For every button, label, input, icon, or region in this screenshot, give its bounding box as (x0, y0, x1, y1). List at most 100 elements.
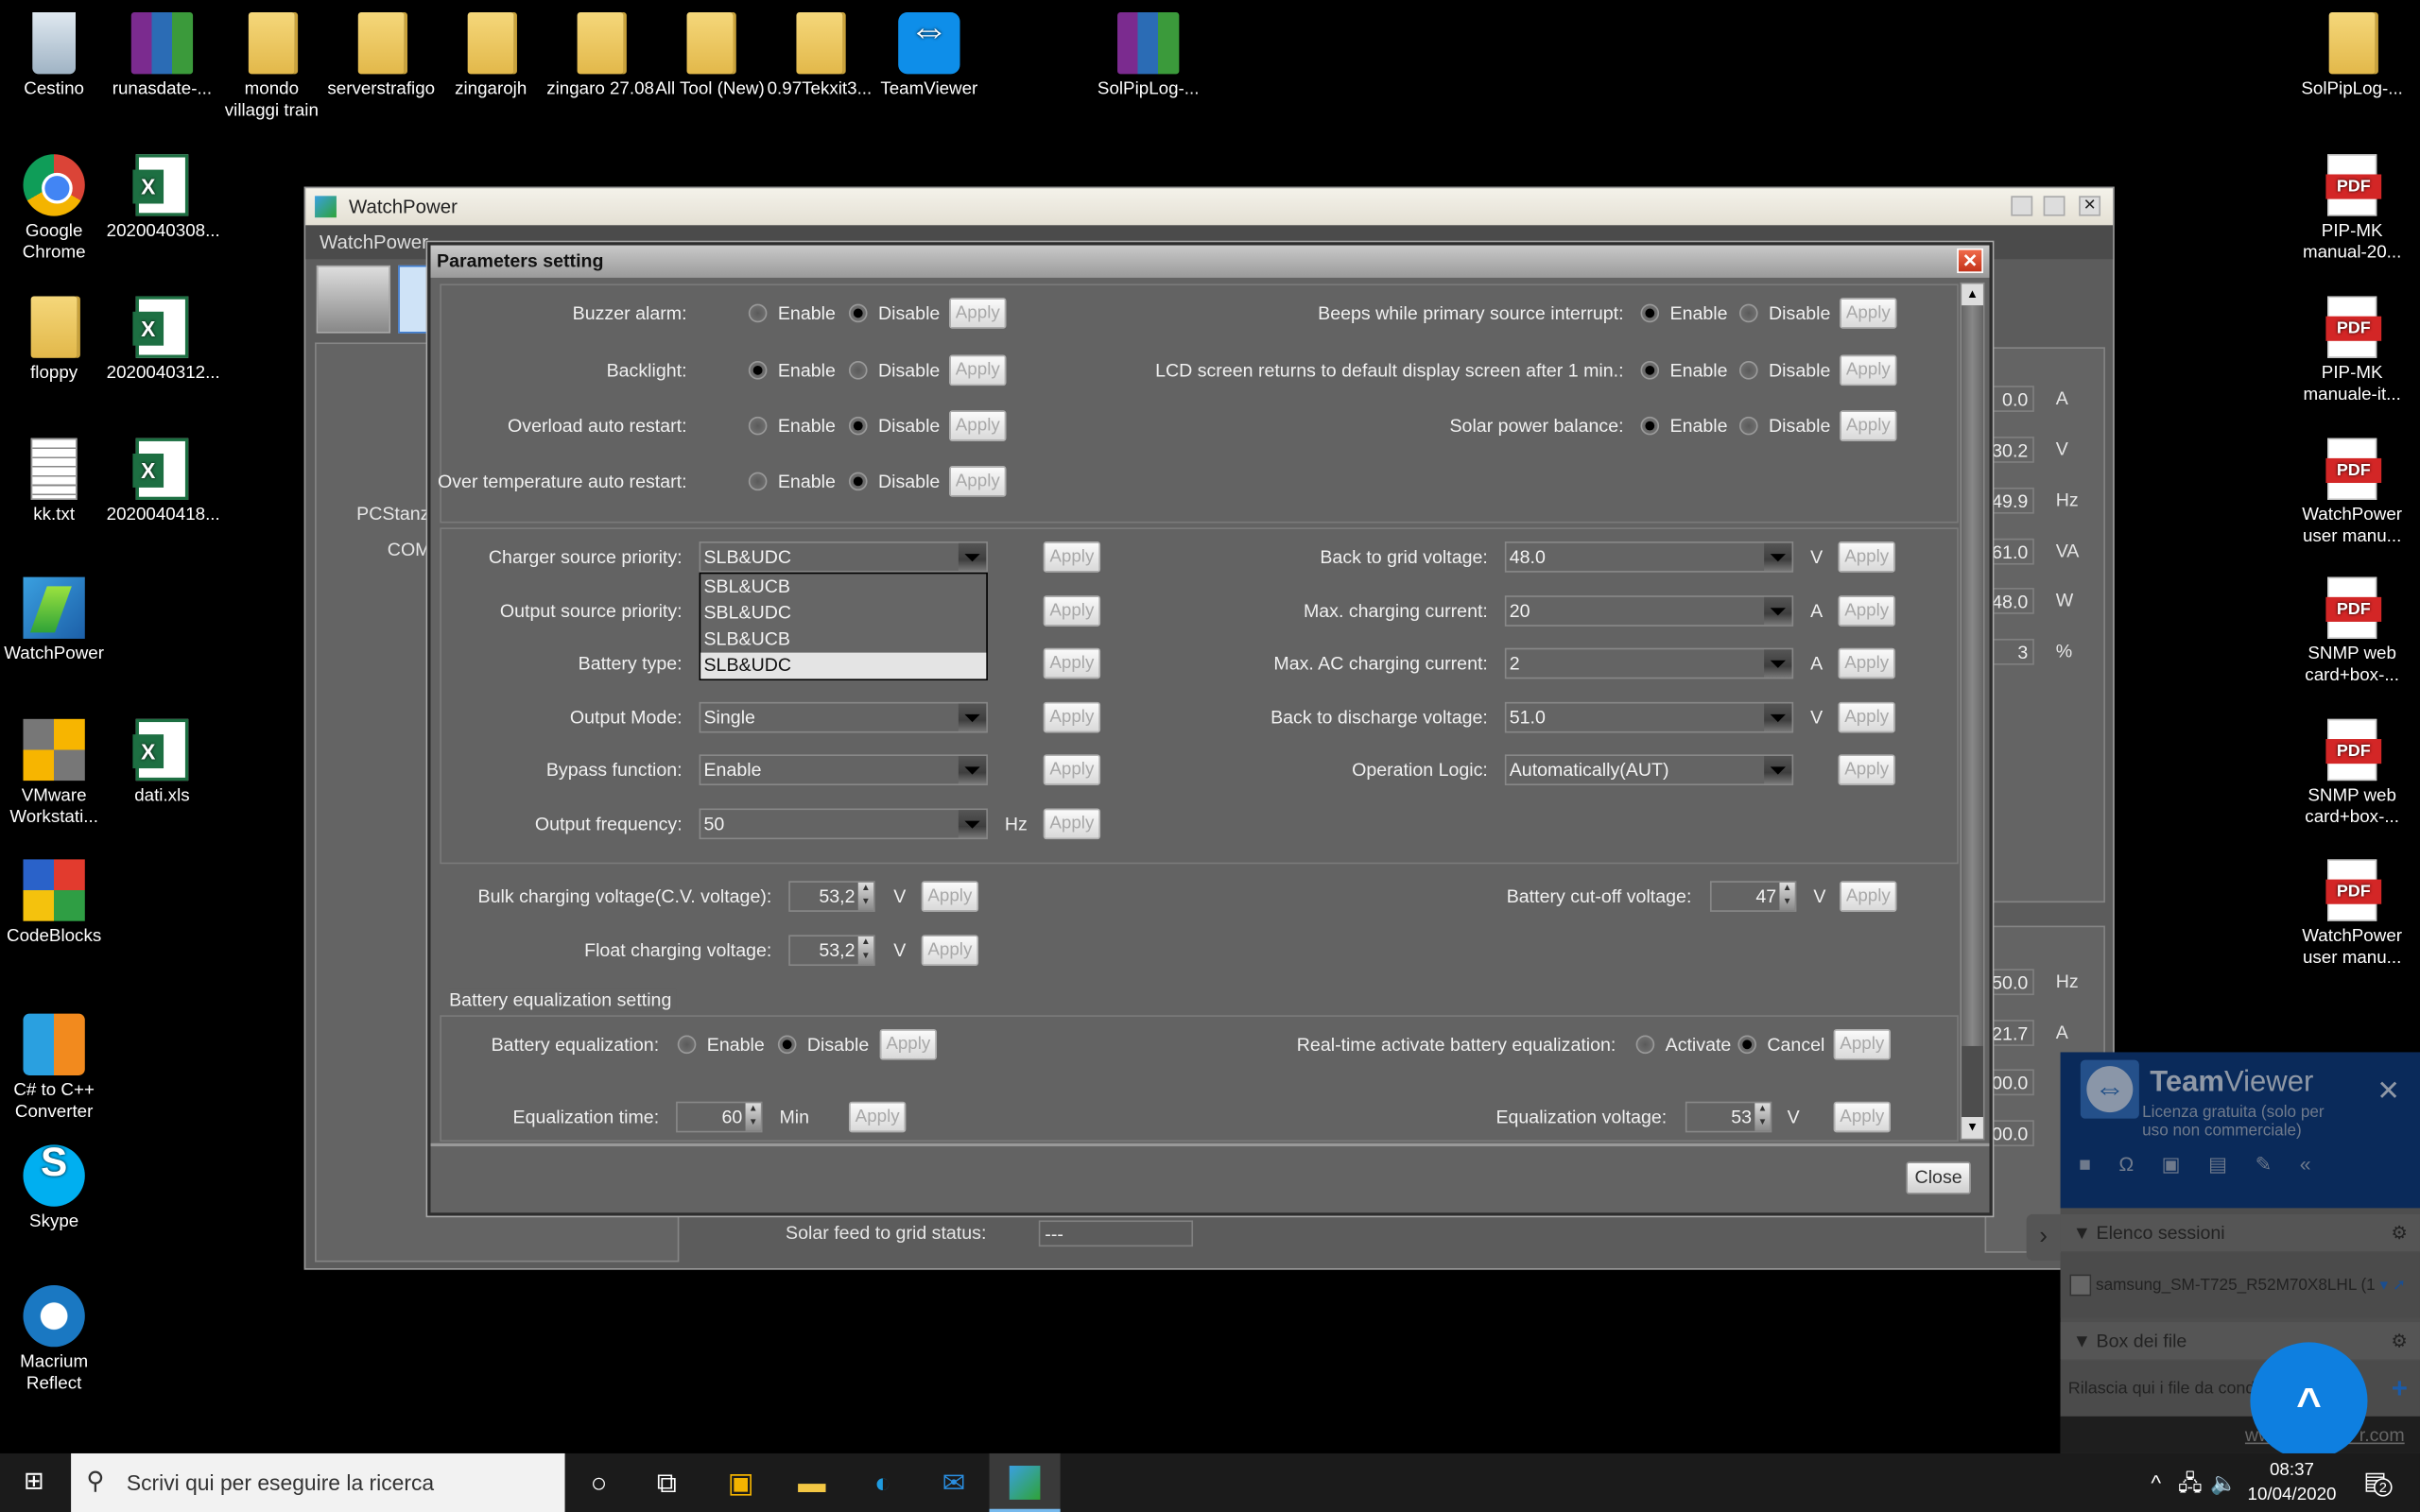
equalization-time-spinner[interactable]: 60 ▲ ▼ (676, 1101, 763, 1133)
desktop-icon-pdf[interactable]: WatchPower user manu... (2296, 859, 2408, 969)
window-title-bar[interactable]: WatchPower ✕ (305, 188, 2114, 226)
maximize-button[interactable] (2043, 196, 2066, 216)
spinner-arrows-icon[interactable]: ▲ ▼ (1779, 882, 1795, 911)
overtemp-disable-radio[interactable] (848, 472, 868, 491)
clock[interactable]: 08:37 10/04/2020 (2246, 1458, 2339, 1507)
equalization-enable-radio[interactable] (677, 1035, 697, 1055)
apply-button[interactable]: Apply (1840, 298, 1897, 329)
dialog-title-bar[interactable]: Parameters setting ✕ (430, 245, 1990, 278)
teamviewer-link[interactable]: ww r.com (2060, 1416, 2420, 1453)
spinner-arrows-icon[interactable]: ▲ ▼ (745, 1103, 761, 1131)
apply-button[interactable]: Apply (1833, 1101, 1891, 1133)
close-icon[interactable]: ✕ (2377, 1075, 2400, 1108)
max-ac-charging-current-select[interactable]: 2 (1504, 647, 1794, 679)
monitor-toolbar-button[interactable] (316, 265, 391, 334)
desktop-icon-xls[interactable]: dati.xls (107, 718, 218, 807)
solar-balance-enable-radio[interactable] (1640, 416, 1660, 436)
desktop-icon-pdf[interactable]: PIP-MK manual-20... (2296, 154, 2408, 264)
dialog-close-icon[interactable]: ✕ (1957, 248, 1983, 273)
dialog-scrollbar[interactable]: ▲ ▼ (1960, 282, 1985, 1141)
task-view-icon[interactable]: ⧉ (649, 1466, 683, 1500)
video-icon[interactable]: ■ (2079, 1153, 2118, 1176)
desktop-icon-pdf[interactable]: SNMP web card+box-... (2296, 718, 2408, 829)
apply-button[interactable]: Apply (1840, 354, 1897, 387)
back-to-discharge-select[interactable]: 51.0 (1504, 701, 1794, 733)
menu-watchpower[interactable]: WatchPower (320, 232, 428, 253)
spinner-arrows-icon[interactable]: ▲ ▼ (1754, 1103, 1771, 1131)
desktop-icon-folder[interactable]: zingarojh (435, 12, 546, 100)
scrollbar-thumb[interactable] (1962, 305, 1983, 1046)
brush-icon[interactable]: ✎ (2256, 1153, 2300, 1176)
realtime-activate-radio[interactable] (1635, 1035, 1655, 1055)
gear-icon[interactable]: ⚙ (2391, 1322, 2408, 1359)
cursor-icon[interactable]: ▾ ➚ (2376, 1276, 2407, 1295)
apply-button[interactable]: Apply (1838, 701, 1895, 733)
beeps-enable-radio[interactable] (1640, 303, 1660, 323)
tree-item-pcstanz[interactable]: PCStanz (356, 503, 429, 524)
desktop-icon-watchpower[interactable]: WatchPower (0, 576, 110, 665)
solar-balance-disable-radio[interactable] (1738, 416, 1758, 436)
desktop-icon-folder[interactable]: All Tool (New) (654, 12, 766, 100)
float-voltage-spinner[interactable]: 53,2 ▲ ▼ (788, 935, 875, 967)
max-charging-current-select[interactable]: 20 (1504, 595, 1794, 627)
scroll-up-arrow-icon[interactable]: ▲ (1962, 284, 1983, 306)
apply-button[interactable]: Apply (1043, 595, 1101, 627)
dropdown-option[interactable]: SBL&UDC (700, 600, 986, 627)
windows-start-icon[interactable]: ⊞ (17, 1466, 51, 1500)
desktop-icon-solpiplog[interactable]: SolPipLog-... (1093, 12, 1204, 100)
taskbar-search-input[interactable]: ⚲ Scrivi qui per eseguire la ricerca (71, 1452, 565, 1512)
desktop-icon-txt[interactable]: kk.txt (0, 438, 110, 526)
session-item[interactable]: samsung_SM-T725_R52M70X8LHL (1 ▾ ➚ (2060, 1252, 2420, 1318)
desktop-icon-solpiplog-folder[interactable]: SolPipLog-... (2296, 12, 2408, 100)
file-explorer-icon[interactable]: ▬ (795, 1466, 829, 1500)
apply-button[interactable]: Apply (1043, 541, 1101, 573)
beeps-disable-radio[interactable] (1738, 303, 1758, 323)
desktop-icon-pdf[interactable]: WatchPower user manu... (2296, 438, 2408, 548)
scroll-down-arrow-icon[interactable]: ▼ (1962, 1117, 1983, 1139)
bulk-voltage-spinner[interactable]: 53,2 ▲ ▼ (788, 881, 875, 912)
desktop-icon-teamviewer[interactable]: TeamViewer (873, 12, 985, 100)
backlight-enable-radio[interactable] (748, 361, 768, 380)
mail-icon[interactable]: ✉ (937, 1466, 971, 1500)
overload-disable-radio[interactable] (848, 416, 868, 436)
desktop-icon-floppy[interactable]: floppy (0, 296, 110, 384)
apply-button[interactable]: Apply (1838, 647, 1895, 679)
edge-icon[interactable]: ◐ (866, 1466, 900, 1500)
store-icon[interactable]: ▣ (724, 1466, 758, 1500)
gear-icon[interactable]: ⚙ (2391, 1214, 2408, 1251)
apply-button[interactable]: Apply (1840, 410, 1897, 441)
desktop-icon-codeblocks[interactable]: CodeBlocks (0, 859, 110, 947)
dropdown-option[interactable]: SBL&UCB (700, 574, 986, 600)
dropdown-option-selected[interactable]: SLB&UDC (700, 652, 987, 679)
cortana-icon[interactable]: ○ (582, 1466, 616, 1500)
apply-button[interactable]: Apply (879, 1028, 938, 1060)
desktop-icon-skype[interactable]: Skype (0, 1144, 110, 1232)
operation-logic-select[interactable]: Automatically(AUT) (1504, 754, 1794, 786)
dropdown-option[interactable]: SLB&UCB (700, 627, 986, 653)
equalization-voltage-spinner[interactable]: 53 ▲ ▼ (1685, 1101, 1772, 1133)
desktop-icon-recycle-bin[interactable]: Cestino (0, 12, 110, 100)
volume-icon[interactable]: 🔈 (2207, 1466, 2241, 1500)
headset-icon[interactable]: Ω (2118, 1153, 2161, 1176)
collapse-icon[interactable]: « (2300, 1153, 2339, 1176)
tree-item-com[interactable]: COM (388, 539, 431, 560)
desktop-icon-xls[interactable]: 2020040312... (107, 296, 220, 384)
apply-button[interactable]: Apply (1838, 754, 1895, 786)
apply-button[interactable]: Apply (1043, 754, 1101, 786)
scroll-top-button[interactable]: ^ (2250, 1342, 2368, 1460)
back-to-grid-select[interactable]: 48.0 (1504, 541, 1794, 573)
tray-chevron-icon[interactable]: ^ (2139, 1466, 2173, 1500)
overload-enable-radio[interactable] (748, 416, 768, 436)
desktop-icon-pdf[interactable]: PIP-MK manuale-it... (2296, 296, 2408, 405)
apply-button[interactable]: Apply (1838, 541, 1895, 573)
close-window-button[interactable]: ✕ (2079, 196, 2101, 216)
taskbar-watchpower[interactable] (989, 1452, 1061, 1512)
expand-panel-icon[interactable]: › (2026, 1213, 2061, 1261)
apply-button[interactable]: Apply (949, 298, 1007, 329)
desktop-icon-folder[interactable]: 0.97Tekxit3... (764, 12, 875, 100)
apply-button[interactable]: Apply (949, 410, 1007, 441)
desktop-icon-xls[interactable]: 2020040308... (107, 154, 220, 242)
desktop-icon-xls[interactable]: 2020040418... (107, 438, 220, 526)
equalization-disable-radio[interactable] (777, 1035, 797, 1055)
backlight-disable-radio[interactable] (848, 361, 868, 380)
